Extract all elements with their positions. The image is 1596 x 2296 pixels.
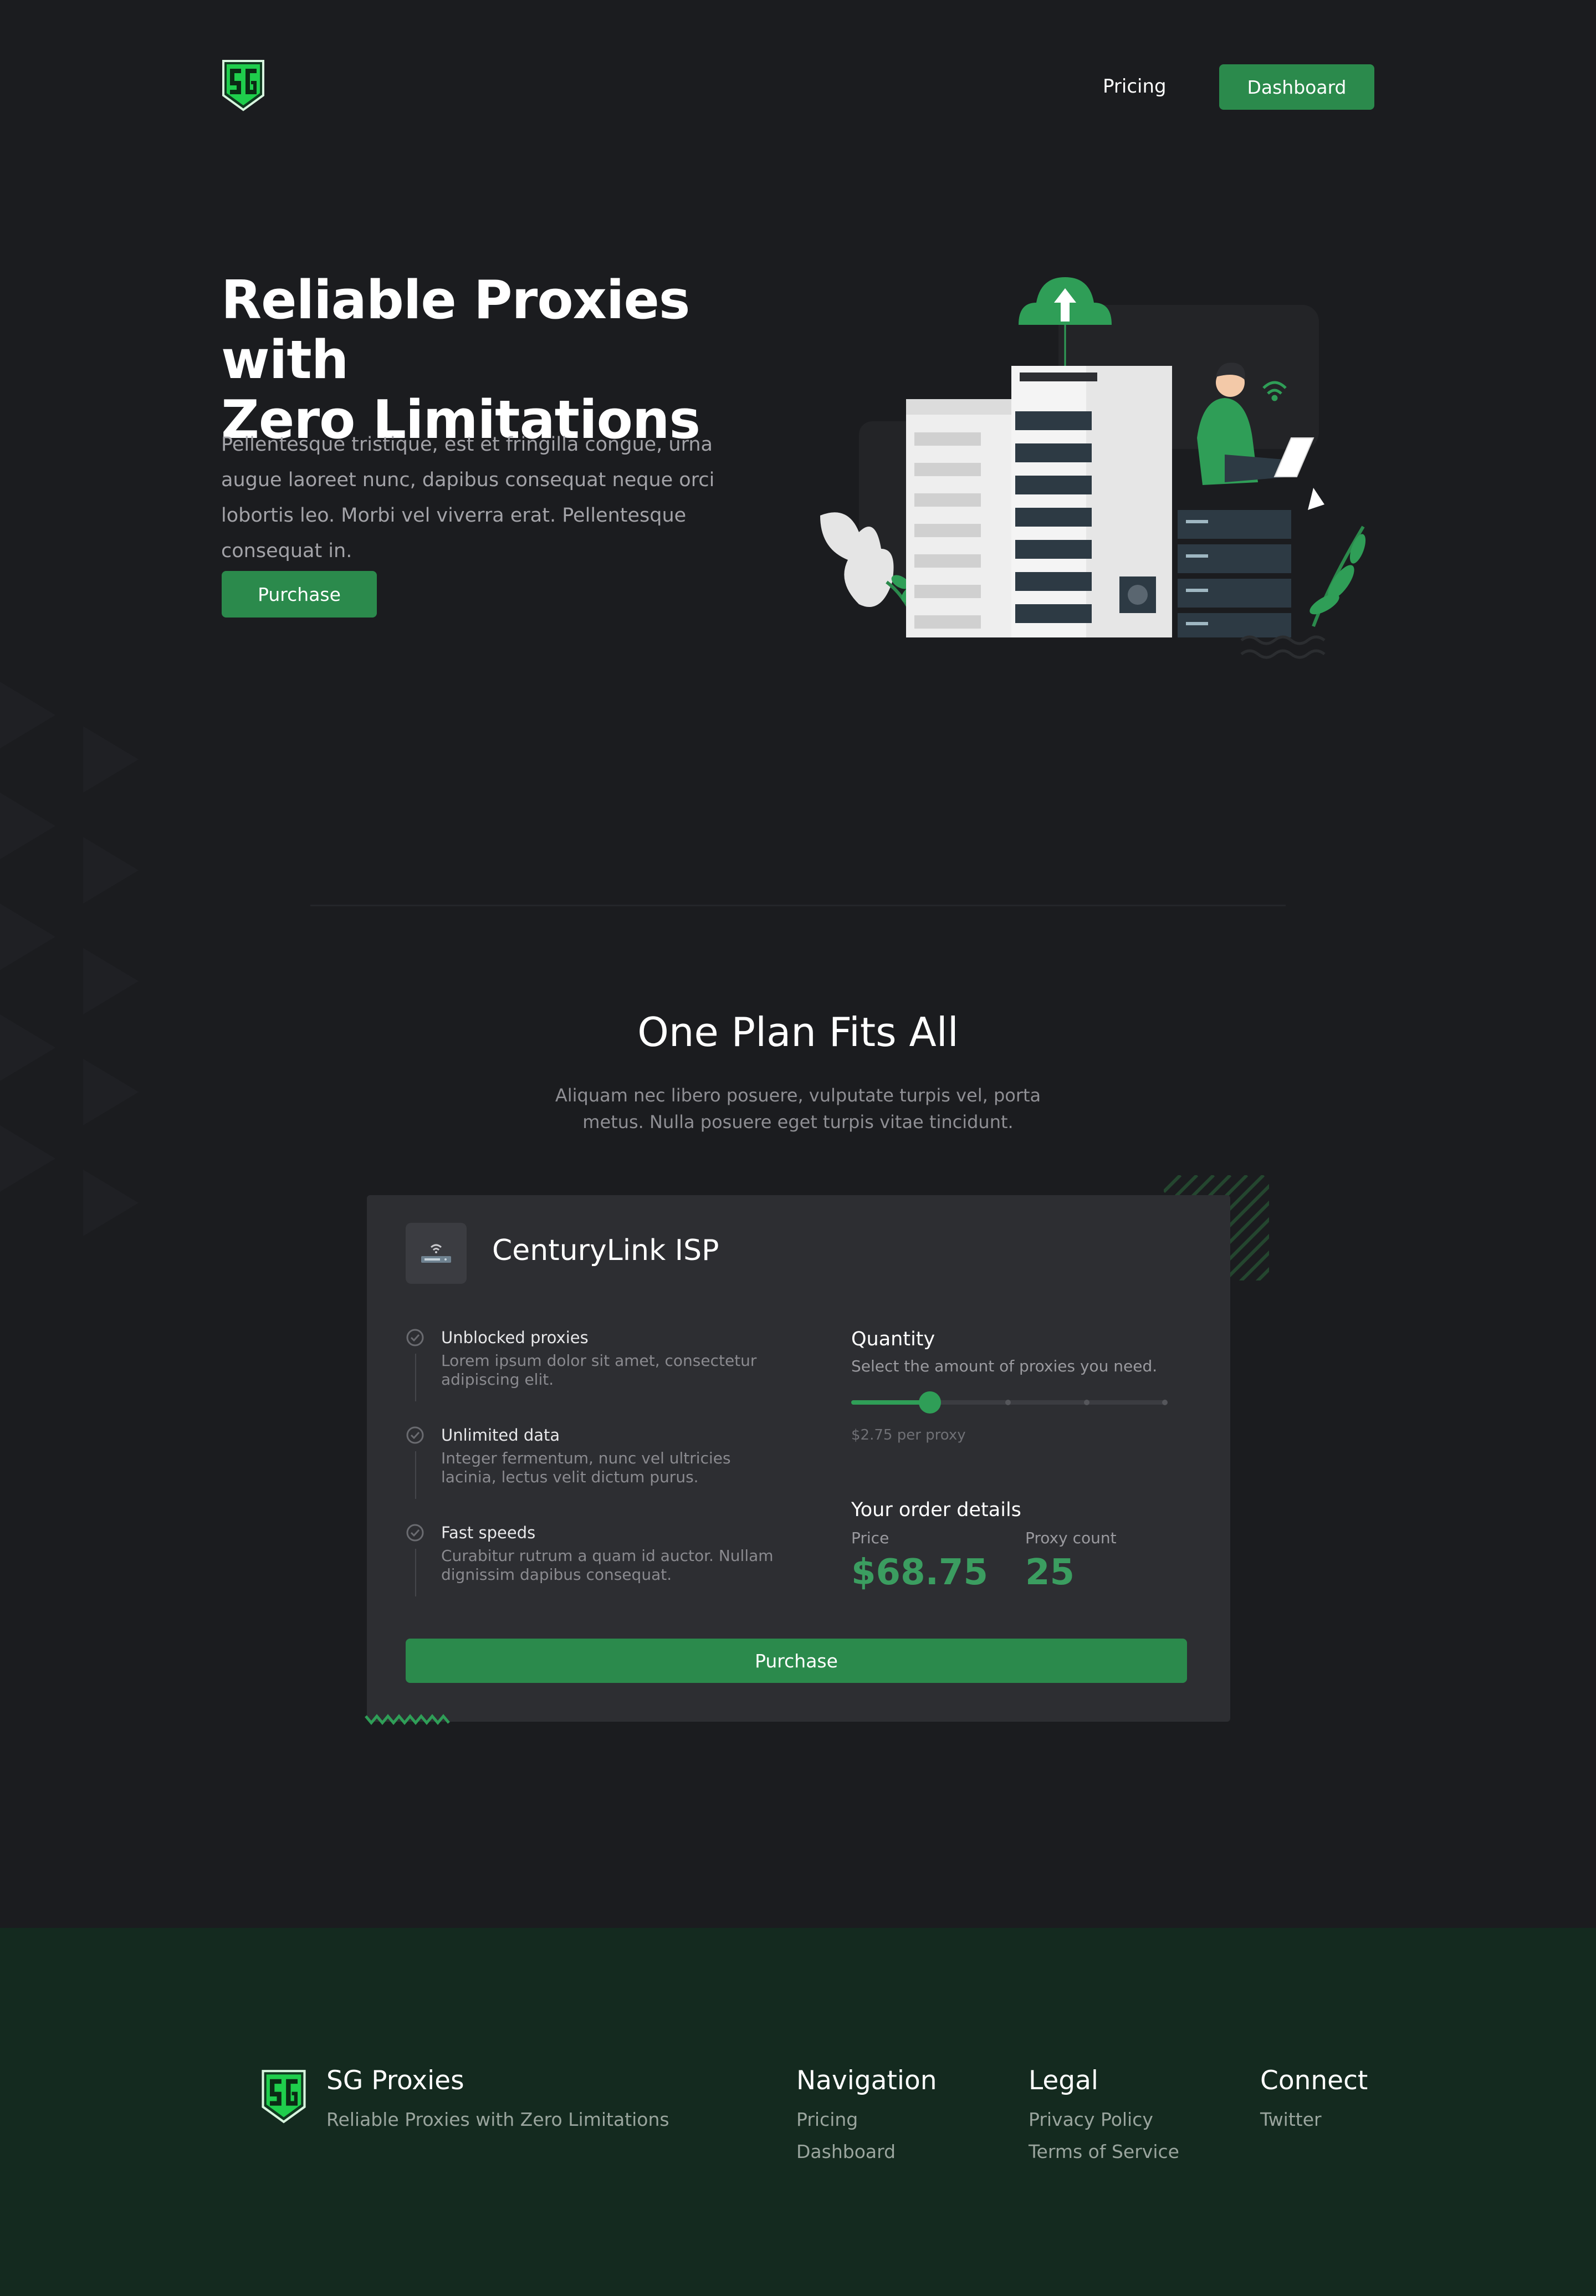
feature-description: Integer fermentum, nunc vel ultricies la… <box>441 1449 731 1486</box>
feature-connector-line <box>415 1451 416 1499</box>
check-circle-icon <box>406 1524 424 1542</box>
slider-thumb[interactable] <box>918 1391 941 1414</box>
slider-step-dot <box>1005 1400 1011 1405</box>
quantity-subtitle: Select the amount of proxies you need. <box>851 1357 1158 1375</box>
hero-description: Pellentesque tristique, est et fringilla… <box>221 433 715 562</box>
footer-legal-heading: Legal <box>1029 2065 1098 2096</box>
slider-fill <box>851 1400 930 1405</box>
feature-title: Fast speeds <box>441 1523 536 1542</box>
router-icon <box>421 1244 451 1263</box>
footer-connect-heading: Connect <box>1260 2065 1368 2096</box>
nav-pricing-link[interactable]: Pricing <box>1103 75 1167 98</box>
price-label: Price <box>851 1529 889 1547</box>
server-rack-developer-illustration <box>820 277 1366 659</box>
check-circle-icon <box>406 1329 424 1346</box>
proxy-count-value: 25 <box>1025 1552 1075 1593</box>
proxy-count-label: Proxy count <box>1025 1529 1117 1547</box>
feature-title: Unblocked proxies <box>441 1328 589 1347</box>
per-proxy-price: $2.75 per proxy <box>851 1427 966 1443</box>
plant-right-icon <box>1309 525 1366 627</box>
feature-description: Lorem ipsum dolor sit amet, consectetur … <box>441 1351 757 1389</box>
feature-title: Unlimited data <box>441 1426 560 1445</box>
slider-step-dot <box>1162 1400 1168 1405</box>
hero-purchase-button[interactable]: Purchase <box>222 571 377 618</box>
check-circle-icon <box>406 1426 424 1444</box>
dashboard-button[interactable]: Dashboard <box>1219 64 1374 110</box>
decorative-arrows-background <box>0 682 139 1236</box>
plan-section-title: One Plan Fits All <box>637 1009 959 1055</box>
footer-link-twitter[interactable]: Twitter <box>1260 2109 1322 2130</box>
price-value: $68.75 <box>851 1552 988 1593</box>
footer-tagline: Reliable Proxies with Zero Limitations <box>326 2109 669 2130</box>
sg-shield-logo-icon[interactable] <box>221 59 265 112</box>
footer-link-pricing[interactable]: Pricing <box>796 2109 858 2130</box>
section-divider <box>310 905 1286 906</box>
sg-shield-logo-icon[interactable] <box>257 2069 310 2124</box>
hero-title-line1: Reliable Proxies with <box>221 270 690 391</box>
quantity-slider[interactable] <box>851 1390 1168 1415</box>
order-details-title: Your order details <box>851 1499 1021 1521</box>
quantity-title: Quantity <box>851 1328 935 1350</box>
footer-link-privacy-policy[interactable]: Privacy Policy <box>1029 2109 1153 2130</box>
card-purchase-button[interactable]: Purchase <box>406 1639 1187 1683</box>
slider-step-dot <box>1083 1400 1089 1405</box>
footer-link-dashboard[interactable]: Dashboard <box>796 2141 896 2162</box>
feature-description: Curabitur rutrum a quam id auctor. Nulla… <box>441 1547 774 1584</box>
plan-card: CenturyLink ISP Unblocked proxies Lorem … <box>367 1195 1230 1722</box>
decorative-zigzag <box>365 1714 450 1725</box>
footer-brand-name: SG Proxies <box>326 2065 464 2096</box>
isp-name: CenturyLink ISP <box>492 1234 719 1267</box>
hero-title: Reliable Proxies with Zero Limitations <box>221 271 775 450</box>
feature-connector-line <box>415 1549 416 1596</box>
footer-link-terms-of-service[interactable]: Terms of Service <box>1029 2141 1179 2162</box>
plan-section-subtitle: Aliquam nec libero posuere, vulputate tu… <box>555 1085 1041 1132</box>
footer-navigation-heading: Navigation <box>796 2065 937 2096</box>
feature-connector-line <box>415 1354 416 1401</box>
isp-icon-box <box>406 1223 467 1284</box>
